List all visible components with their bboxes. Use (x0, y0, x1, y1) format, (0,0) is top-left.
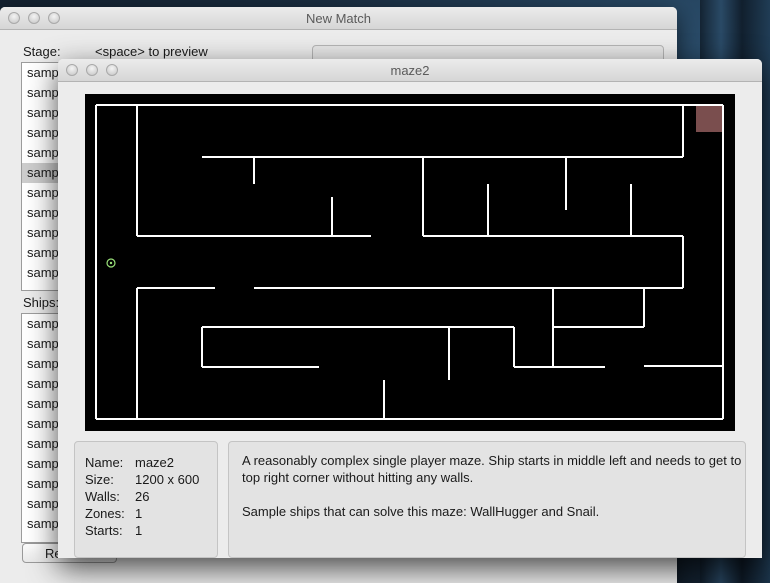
new-match-titlebar[interactable]: New Match (0, 7, 677, 30)
stat-key: Name: (85, 455, 124, 470)
maze-walls (95, 104, 724, 420)
stat-size: Size: 1200 x 600 (85, 471, 217, 488)
description-paragraph: A reasonably complex single player maze.… (242, 453, 742, 485)
stat-key: Size: (85, 472, 114, 487)
window-title: New Match (305, 11, 372, 26)
stat-value: 1 (135, 523, 143, 538)
stat-starts: Starts: 1 (85, 522, 217, 539)
stat-key: Zones: (85, 506, 125, 521)
stat-value: 1200 x 600 (135, 472, 200, 487)
stat-walls: Walls: 26 (85, 488, 217, 505)
window-title: maze2 (390, 63, 430, 78)
ship-start-dot (109, 261, 113, 265)
maze-preview-window: maze2 Name: maze2 Size: 1200 x 600 Walls… (58, 59, 762, 558)
maze-preview-titlebar[interactable]: maze2 (58, 59, 762, 82)
stage-hint: <space> to preview (95, 44, 208, 59)
maze-stats-panel: Name: maze2 Size: 1200 x 600 Walls: 26 Zone… (74, 441, 218, 558)
stage-label: Stage: (23, 44, 61, 59)
goal-zone (696, 106, 722, 132)
stat-value: 1 (135, 506, 143, 521)
description-paragraph: Sample ships that can solve this maze: W… (242, 504, 600, 519)
stat-key: Starts: (85, 523, 123, 538)
stat-value: 26 (135, 489, 150, 504)
ships-label: Ships: (23, 295, 60, 310)
stat-value: maze2 (135, 455, 175, 470)
stat-name: Name: maze2 (85, 454, 217, 471)
stat-key: Walls: (85, 489, 120, 504)
maze-preview-canvas (85, 94, 735, 431)
stat-zones: Zones: 1 (85, 505, 217, 522)
maze-map (95, 104, 724, 420)
maze-description-panel: A reasonably complex single player maze.… (228, 441, 746, 558)
maze-description: A reasonably complex single player maze.… (242, 452, 745, 520)
